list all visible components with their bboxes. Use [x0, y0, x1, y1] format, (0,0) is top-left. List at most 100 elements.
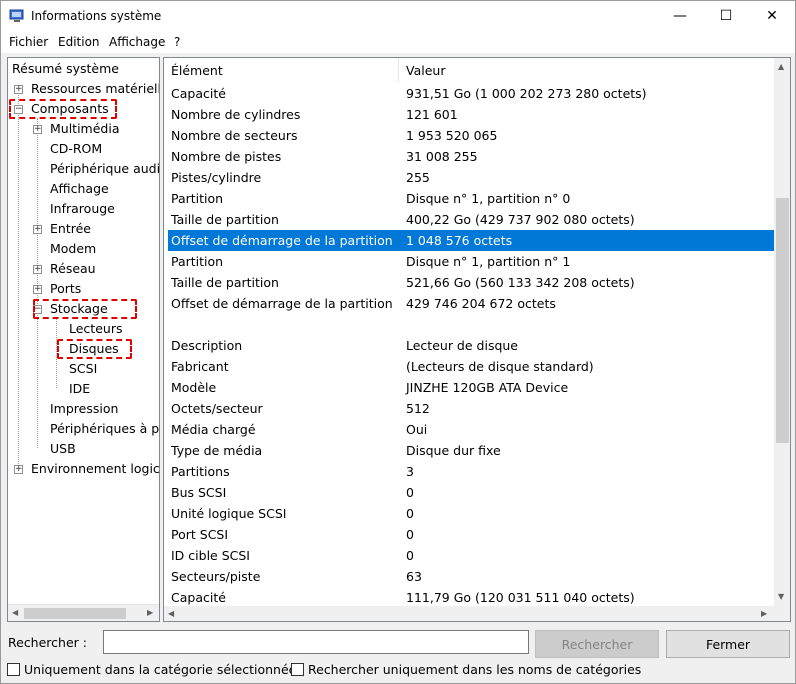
table-row[interactable]: Nombre de cylindres 121 601 — [168, 104, 774, 125]
tree-horizontal-scrollbar[interactable]: ◀ ▶ — [8, 604, 159, 621]
table-row[interactable]: Type de média Disque dur fixe — [168, 440, 774, 461]
column-header-value[interactable]: Valeur — [406, 63, 445, 78]
scroll-left-icon[interactable]: ◀ — [12, 608, 18, 617]
table-row[interactable]: ID cible SCSI 0 — [168, 545, 774, 566]
cell-value: 931,51 Go (1 000 202 273 280 octets) — [406, 86, 647, 101]
tree-item-modem[interactable]: Modem — [50, 239, 96, 259]
checkbox[interactable] — [291, 663, 304, 676]
table-row[interactable]: Octets/secteur 512 — [168, 398, 774, 419]
option-category-names-label: Rechercher uniquement dans les noms de c… — [308, 662, 642, 677]
menu-affichage[interactable]: Affichage — [109, 35, 165, 49]
tree-item-ports[interactable]: Ports — [50, 279, 81, 299]
menu-help[interactable]: ? — [174, 35, 180, 49]
maximize-button[interactable]: ☐ — [703, 1, 749, 31]
list-header: Élément Valeur — [164, 58, 774, 82]
table-row[interactable]: Unité logique SCSI 0 — [168, 503, 774, 524]
cell-element: Modèle — [171, 380, 217, 395]
table-row[interactable]: Pistes/cylindre 255 — [168, 167, 774, 188]
scroll-left-icon[interactable]: ◀ — [168, 609, 174, 618]
table-row[interactable]: Offset de démarrage de la partition 1 048… — [168, 230, 774, 251]
table-row[interactable]: Partitions 3 — [168, 461, 774, 482]
menu-edition[interactable]: Edition — [58, 35, 100, 49]
tree-item-hardware[interactable]: Ressources matérielle — [31, 79, 159, 99]
table-row[interactable]: Port SCSI 0 — [168, 524, 774, 545]
scroll-down-icon[interactable]: ▼ — [778, 592, 784, 601]
tree-item-multimedia[interactable]: Multimédia — [50, 119, 120, 139]
search-input[interactable] — [103, 630, 529, 654]
expand-icon[interactable]: + — [33, 285, 42, 294]
close-button[interactable]: Fermer — [666, 630, 790, 658]
scroll-right-icon[interactable]: ▶ — [147, 608, 153, 617]
cell-element: Secteurs/piste — [171, 569, 261, 584]
expand-icon[interactable]: + — [33, 265, 42, 274]
list-vertical-scrollbar[interactable]: ▲ ▼ — [774, 58, 790, 606]
table-row[interactable]: Taille de partition 521,66 Go (560 133 34… — [168, 272, 774, 293]
table-row[interactable]: Partition Disque n° 1, partition n° 1 — [168, 251, 774, 272]
table-row[interactable]: Capacité 111,79 Go (120 031 511 040 octet… — [168, 587, 774, 608]
table-row[interactable]: Offset de démarrage de la partition 429 7… — [168, 293, 774, 314]
cell-value: Disque dur fixe — [406, 443, 501, 458]
tree-item-network[interactable]: Réseau — [50, 259, 96, 279]
list-horizontal-scrollbar[interactable]: ◀ ▶ — [164, 606, 774, 621]
tree-item-problem-devices[interactable]: Périphériques à pr — [50, 419, 159, 439]
menu-fichier[interactable]: Fichier — [9, 35, 48, 49]
option-selected-category[interactable]: Uniquement dans la catégorie sélectionné… — [7, 662, 296, 677]
table-row[interactable]: Fabricant (Lecteurs de disque standard) — [168, 356, 774, 377]
tree-item-usb[interactable]: USB — [50, 439, 76, 459]
tree-item-infrared[interactable]: Infrarouge — [50, 199, 115, 219]
tree-item-printing[interactable]: Impression — [50, 399, 118, 419]
tree-scroll-thumb[interactable] — [24, 608, 126, 619]
tree-item-input[interactable]: Entrée — [50, 219, 91, 239]
cell-element: Bus SCSI — [171, 485, 227, 500]
close-window-button[interactable]: ✕ — [749, 1, 795, 31]
cell-value: 255 — [406, 170, 430, 185]
cell-element: Taille de partition — [171, 212, 279, 227]
table-row[interactable]: Nombre de pistes 31 008 255 — [168, 146, 774, 167]
tree-item-ide[interactable]: IDE — [69, 379, 90, 399]
cell-element: Pistes/cylindre — [171, 170, 262, 185]
expand-icon[interactable]: + — [14, 85, 23, 94]
scroll-right-icon[interactable]: ▶ — [761, 609, 767, 618]
list-scroll-thumb[interactable] — [776, 198, 789, 443]
table-row[interactable]: Nombre de secteurs 1 953 520 065 — [168, 125, 774, 146]
expand-icon[interactable]: + — [33, 125, 42, 134]
table-row[interactable]: Capacité 931,51 Go (1 000 202 273 280 oct… — [168, 83, 774, 104]
cell-value: 1 048 576 octets — [406, 233, 513, 248]
table-row[interactable]: Secteurs/piste 63 — [168, 566, 774, 587]
checkbox[interactable] — [7, 663, 20, 676]
cell-element: Média chargé — [171, 422, 256, 437]
option-category-names[interactable]: Rechercher uniquement dans les noms de c… — [291, 662, 641, 677]
highlight-components — [9, 99, 117, 119]
table-row[interactable]: Modèle JINZHE 120GB ATA Device — [168, 377, 774, 398]
search-button[interactable]: Rechercher — [535, 630, 659, 658]
table-row[interactable]: Taille de partition 400,22 Go (429 737 90… — [168, 209, 774, 230]
table-row[interactable]: Bus SCSI 0 — [168, 482, 774, 503]
expand-icon[interactable]: + — [14, 465, 23, 474]
tree-item-drives[interactable]: Lecteurs — [69, 319, 122, 339]
category-tree[interactable]: Résumé système + Ressources matérielle −… — [7, 57, 160, 622]
column-header-element[interactable]: Élément — [171, 63, 223, 78]
table-row[interactable] — [168, 314, 774, 335]
column-separator[interactable] — [398, 58, 399, 82]
tree-item-cdrom[interactable]: CD-ROM — [50, 139, 102, 159]
cell-element: Nombre de secteurs — [171, 128, 298, 143]
table-row[interactable]: Description Lecteur de disque — [168, 335, 774, 356]
table-row[interactable]: Partition Disque n° 1, partition n° 0 — [168, 188, 774, 209]
cell-value: (Lecteurs de disque standard) — [406, 359, 594, 374]
expand-icon[interactable]: + — [33, 225, 42, 234]
cell-value: 400,22 Go (429 737 902 080 octets) — [406, 212, 635, 227]
scroll-up-icon[interactable]: ▲ — [778, 62, 784, 71]
cell-value: 111,79 Go (120 031 511 040 octets) — [406, 590, 635, 605]
cell-value: Disque n° 1, partition n° 0 — [406, 191, 571, 206]
cell-value: Oui — [406, 422, 428, 437]
tree-item-summary[interactable]: Résumé système — [12, 59, 119, 79]
tree-item-scsi[interactable]: SCSI — [69, 359, 97, 379]
tree-item-software[interactable]: Environnement logicie — [31, 459, 159, 479]
tree-item-audio[interactable]: Périphérique audio — [50, 159, 159, 179]
minimize-button[interactable]: — — [657, 1, 703, 31]
table-row[interactable]: Média chargé Oui — [168, 419, 774, 440]
details-list[interactable]: Élément Valeur Capacité 931,51 Go (1 000 … — [163, 57, 791, 622]
system-info-app-icon — [9, 9, 24, 22]
cell-value: 31 008 255 — [406, 149, 478, 164]
tree-item-display[interactable]: Affichage — [50, 179, 109, 199]
